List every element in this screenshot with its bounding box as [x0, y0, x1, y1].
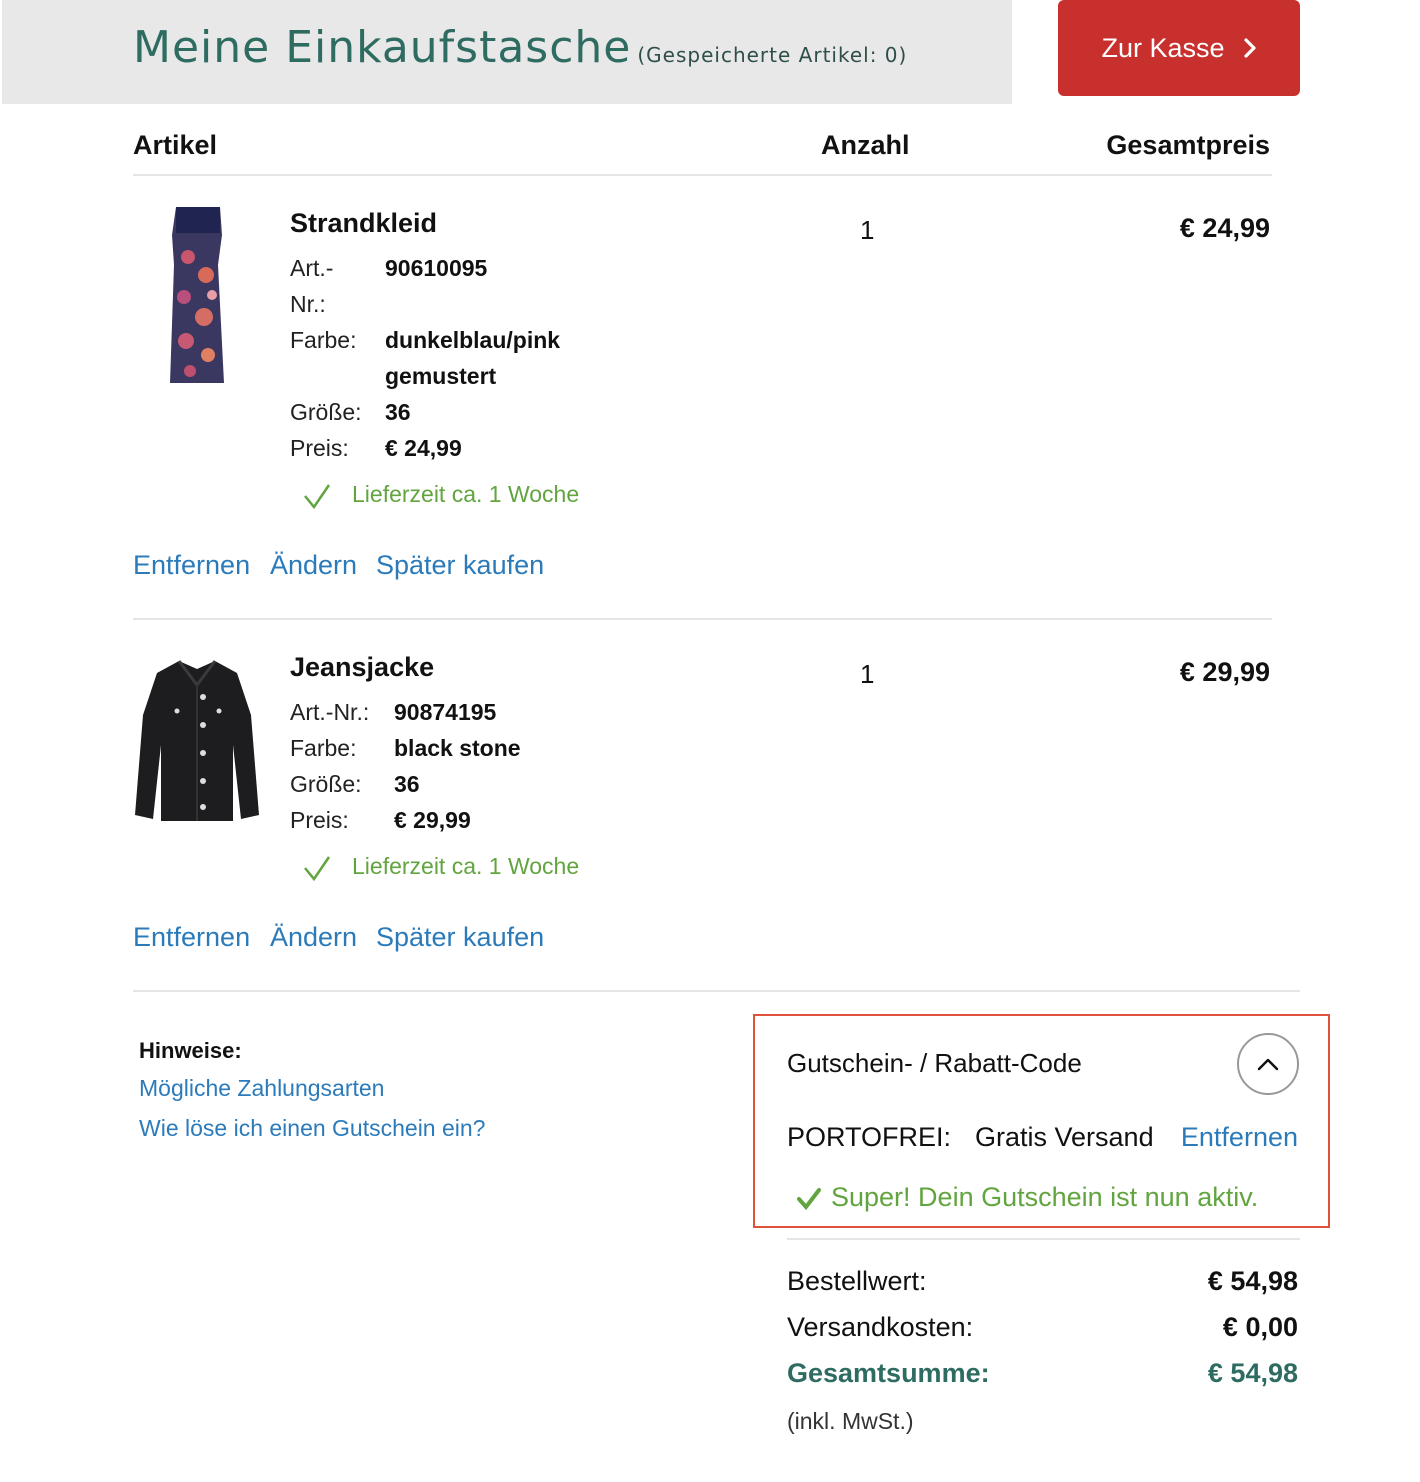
- order-value-label: Bestellwert:: [787, 1266, 927, 1296]
- item-quantity[interactable]: 1: [860, 659, 874, 690]
- color-value: dunkelblau/pink: [385, 327, 561, 353]
- page-title-text: Meine Einkaufstasche: [133, 22, 632, 73]
- dress-image: [170, 207, 224, 383]
- item-total-price: € 24,99: [1179, 213, 1270, 243]
- change-link[interactable]: Ändern: [270, 922, 357, 953]
- price-value: € 24,99: [385, 435, 462, 461]
- delivery-time: Lieferzeit ca. 1 Woche: [352, 853, 580, 879]
- check-icon: [304, 856, 331, 882]
- size-label: Größe:: [290, 771, 362, 797]
- change-link[interactable]: Ändern: [270, 550, 357, 581]
- checkout-button[interactable]: Zur Kasse: [1058, 0, 1300, 96]
- color-value: black stone: [394, 735, 521, 761]
- column-header-quantity: Anzahl: [821, 130, 910, 160]
- coupon-toggle-button[interactable]: [1237, 1033, 1299, 1095]
- buy-later-link[interactable]: Später kaufen: [376, 550, 544, 581]
- column-header-total: Gesamtpreis: [1106, 130, 1270, 160]
- grand-total-value: € 54,98: [1207, 1358, 1298, 1388]
- coupon-remove-link[interactable]: Entfernen: [1181, 1122, 1298, 1153]
- chevron-right-icon: [1243, 38, 1256, 58]
- buy-later-link[interactable]: Später kaufen: [376, 922, 544, 953]
- coupon-code: PORTOFREI:: [787, 1122, 952, 1152]
- check-icon: [304, 484, 331, 510]
- product-image-strandkleid[interactable]: [160, 205, 230, 385]
- product-name[interactable]: Strandkleid: [290, 208, 437, 239]
- items-end-divider: [133, 990, 1300, 992]
- remove-link[interactable]: Entfernen: [133, 550, 250, 581]
- price-label: Preis:: [290, 435, 349, 461]
- art-no-value: 90610095: [385, 255, 488, 281]
- checkout-button-label: Zur Kasse: [1101, 32, 1225, 63]
- delivery-time: Lieferzeit ca. 1 Woche: [352, 481, 580, 507]
- color-value-cont: gemustert: [385, 363, 497, 389]
- shipping-label: Versandkosten:: [787, 1312, 974, 1342]
- color-label: Farbe:: [290, 327, 357, 353]
- price-value: € 29,99: [394, 807, 471, 833]
- size-label: Größe:: [290, 399, 362, 425]
- column-header-article: Artikel: [133, 130, 218, 160]
- order-value: € 54,98: [1207, 1266, 1298, 1296]
- art-no-value: 90874195: [394, 699, 497, 725]
- vat-note: (inkl. MwSt.): [787, 1408, 914, 1434]
- jacket-image: [135, 660, 259, 821]
- check-icon: [797, 1188, 821, 1211]
- size-value: 36: [394, 771, 420, 797]
- shipping-value: € 0,00: [1222, 1312, 1298, 1342]
- size-value: 36: [385, 399, 411, 425]
- product-name[interactable]: Jeansjacke: [290, 652, 434, 683]
- coupon-description: Gratis Versand: [975, 1122, 1154, 1152]
- product-image-jeansjacke[interactable]: [133, 655, 261, 823]
- item-divider: [133, 618, 1272, 620]
- coupon-success-message: Super! Dein Gutschein ist nun aktiv.: [831, 1182, 1259, 1212]
- remove-link[interactable]: Entfernen: [133, 922, 250, 953]
- price-label: Preis:: [290, 807, 349, 833]
- redeem-voucher-link[interactable]: Wie löse ich einen Gutschein ein?: [139, 1115, 485, 1142]
- payment-methods-link[interactable]: Mögliche Zahlungsarten: [139, 1075, 384, 1102]
- item-total-price: € 29,99: [1179, 657, 1270, 687]
- page-title: Meine Einkaufstasche (Gespeicherte Artike…: [133, 22, 907, 73]
- saved-items-count: (Gespeicherte Artikel: 0): [637, 43, 908, 67]
- hints-title: Hinweise:: [139, 1038, 242, 1063]
- color-label: Farbe:: [290, 735, 357, 761]
- art-no-label-cont: Nr.:: [290, 291, 326, 317]
- art-no-label: Art.-Nr.:: [290, 699, 370, 725]
- coupon-title: Gutschein- / Rabatt-Code: [787, 1048, 1082, 1078]
- item-quantity[interactable]: 1: [860, 215, 874, 246]
- art-no-label: Art.-: [290, 255, 334, 281]
- header-divider: [133, 174, 1272, 176]
- summary-divider: [787, 1238, 1300, 1240]
- grand-total-label: Gesamtsumme:: [787, 1358, 990, 1388]
- chevron-up-icon: [1257, 1058, 1279, 1071]
